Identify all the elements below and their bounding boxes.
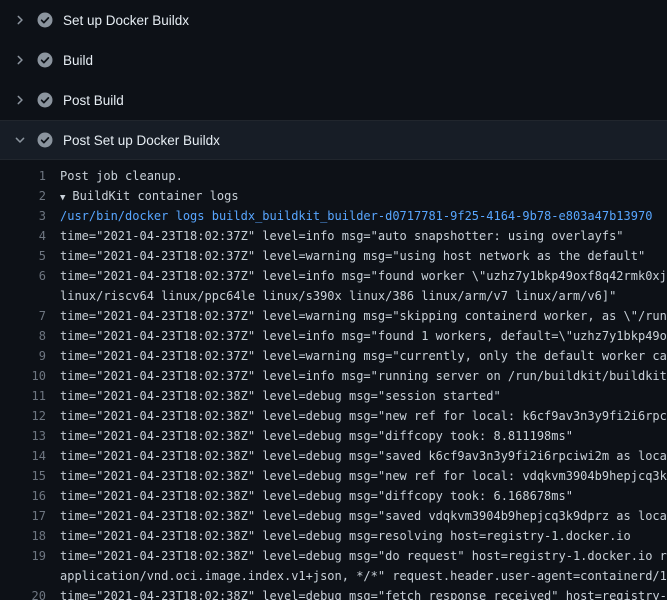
line-text: time="2021-04-23T18:02:37Z" level=info m… (60, 266, 667, 286)
log-output: 1 Post job cleanup. 2 ▼ BuildKit container l… (0, 160, 667, 600)
section-header-post-setup-docker-buildx[interactable]: Post Set up Docker Buildx (0, 120, 667, 160)
check-circle-icon (37, 92, 53, 108)
log-line[interactable]: 18 time="2021-04-23T18:02:38Z" level=debu… (0, 526, 667, 546)
line-text: time="2021-04-23T18:02:37Z" level=warnin… (60, 306, 667, 326)
log-line[interactable]: 11 time="2021-04-23T18:02:38Z" level=debu… (0, 386, 667, 406)
line-text: time="2021-04-23T18:02:38Z" level=debug … (60, 446, 667, 466)
log-line[interactable]: 6 time="2021-04-23T18:02:37Z" level=info … (0, 266, 667, 286)
log-line[interactable]: 4 time="2021-04-23T18:02:37Z" level=info … (0, 226, 667, 246)
line-number[interactable]: 13 (0, 426, 46, 446)
log-line[interactable]: 3/usr/bin/docker logs buildx_buildkit_bu… (0, 206, 667, 226)
line-text: time="2021-04-23T18:02:37Z" level=info m… (60, 326, 667, 346)
line-number[interactable]: 16 (0, 486, 46, 506)
line-number[interactable]: 9 (0, 346, 46, 366)
section-title: Post Set up Docker Buildx (63, 133, 220, 148)
line-text: time="2021-04-23T18:02:38Z" level=debug … (60, 546, 667, 566)
line-number[interactable]: 19 (0, 546, 46, 566)
section-title: Post Build (63, 93, 124, 108)
line-text: time="2021-04-23T18:02:37Z" level=warnin… (60, 246, 645, 266)
step-sections: Set up Docker Buildx Build Post Build (0, 0, 667, 160)
chevron-right-icon (12, 54, 28, 66)
chevron-down-icon (12, 134, 28, 146)
line-text: time="2021-04-23T18:02:38Z" level=debug … (60, 486, 573, 506)
line-number[interactable]: 17 (0, 506, 46, 526)
log-line[interactable]: 2 ▼ BuildKit container logs (0, 186, 667, 206)
line-text: BuildKit container logs (72, 186, 238, 206)
log-line[interactable]: application/vnd.oci.image.index.v1+json,… (0, 566, 667, 586)
line-number[interactable]: 7 (0, 306, 46, 326)
chevron-right-icon (12, 14, 28, 26)
line-number[interactable]: 3 (0, 206, 46, 226)
line-number[interactable]: 4 (0, 226, 46, 246)
line-number[interactable]: 20 (0, 586, 46, 600)
line-text: Post job cleanup. (60, 166, 183, 186)
section-title: Build (63, 53, 93, 68)
log-line[interactable]: 5 time="2021-04-23T18:02:37Z" level=warni… (0, 246, 667, 266)
line-number[interactable]: 8 (0, 326, 46, 346)
line-number[interactable]: 11 (0, 386, 46, 406)
check-circle-icon (37, 52, 53, 68)
log-line[interactable]: 19 time="2021-04-23T18:02:38Z" level=debu… (0, 546, 667, 566)
line-number[interactable]: 18 (0, 526, 46, 546)
check-circle-icon (37, 132, 53, 148)
line-number[interactable]: 1 (0, 166, 46, 186)
line-text: time="2021-04-23T18:02:37Z" level=info m… (60, 366, 667, 386)
line-number[interactable]: 5 (0, 246, 46, 266)
line-text: time="2021-04-23T18:02:37Z" level=info m… (60, 226, 624, 246)
log-line[interactable]: 8 time="2021-04-23T18:02:37Z" level=info … (0, 326, 667, 346)
line-text: time="2021-04-23T18:02:38Z" level=debug … (60, 526, 631, 546)
group-expanded-icon[interactable]: ▼ (60, 188, 65, 206)
check-circle-icon (37, 12, 53, 28)
line-text: time="2021-04-23T18:02:38Z" level=debug … (60, 586, 667, 600)
line-text: time="2021-04-23T18:02:38Z" level=debug … (60, 466, 667, 486)
section-header-build[interactable]: Build (0, 40, 667, 80)
log-line[interactable]: 14 time="2021-04-23T18:02:38Z" level=debu… (0, 446, 667, 466)
line-text: application/vnd.oci.image.index.v1+json,… (60, 566, 667, 586)
line-number[interactable]: 14 (0, 446, 46, 466)
section-header-post-build[interactable]: Post Build (0, 80, 667, 120)
log-line[interactable]: linux/riscv64 linux/ppc64le linux/s390x … (0, 286, 667, 306)
line-number[interactable]: 10 (0, 366, 46, 386)
line-text: time="2021-04-23T18:02:38Z" level=debug … (60, 506, 667, 526)
log-line[interactable]: 1 Post job cleanup. (0, 166, 667, 186)
log-line[interactable]: 13 time="2021-04-23T18:02:38Z" level=debu… (0, 426, 667, 446)
section-title: Set up Docker Buildx (63, 13, 189, 28)
line-number[interactable]: 2 (0, 186, 46, 206)
log-line[interactable]: 7 time="2021-04-23T18:02:37Z" level=warni… (0, 306, 667, 326)
line-text: time="2021-04-23T18:02:38Z" level=debug … (60, 426, 573, 446)
chevron-right-icon (12, 94, 28, 106)
log-line[interactable]: 9 time="2021-04-23T18:02:37Z" level=warni… (0, 346, 667, 366)
log-line[interactable]: 12 time="2021-04-23T18:02:38Z" level=debu… (0, 406, 667, 426)
line-text: time="2021-04-23T18:02:38Z" level=debug … (60, 386, 501, 406)
line-text: time="2021-04-23T18:02:38Z" level=debug … (60, 406, 667, 426)
line-number[interactable]: 12 (0, 406, 46, 426)
line-number[interactable]: 6 (0, 266, 46, 286)
actions-log-viewer: Set up Docker Buildx Build Post Build (0, 0, 667, 600)
log-line[interactable]: 10 time="2021-04-23T18:02:37Z" level=info… (0, 366, 667, 386)
line-text: linux/riscv64 linux/ppc64le linux/s390x … (60, 286, 616, 306)
line-number[interactable]: 15 (0, 466, 46, 486)
command-text: /usr/bin/docker logs buildx_buildkit_bui… (60, 206, 652, 226)
log-line[interactable]: 15 time="2021-04-23T18:02:38Z" level=debu… (0, 466, 667, 486)
section-header-setup-docker-buildx[interactable]: Set up Docker Buildx (0, 0, 667, 40)
log-line[interactable]: 16 time="2021-04-23T18:02:38Z" level=debu… (0, 486, 667, 506)
line-text: time="2021-04-23T18:02:37Z" level=warnin… (60, 346, 667, 366)
log-line[interactable]: 20 time="2021-04-23T18:02:38Z" level=debu… (0, 586, 667, 600)
log-line[interactable]: 17 time="2021-04-23T18:02:38Z" level=debu… (0, 506, 667, 526)
